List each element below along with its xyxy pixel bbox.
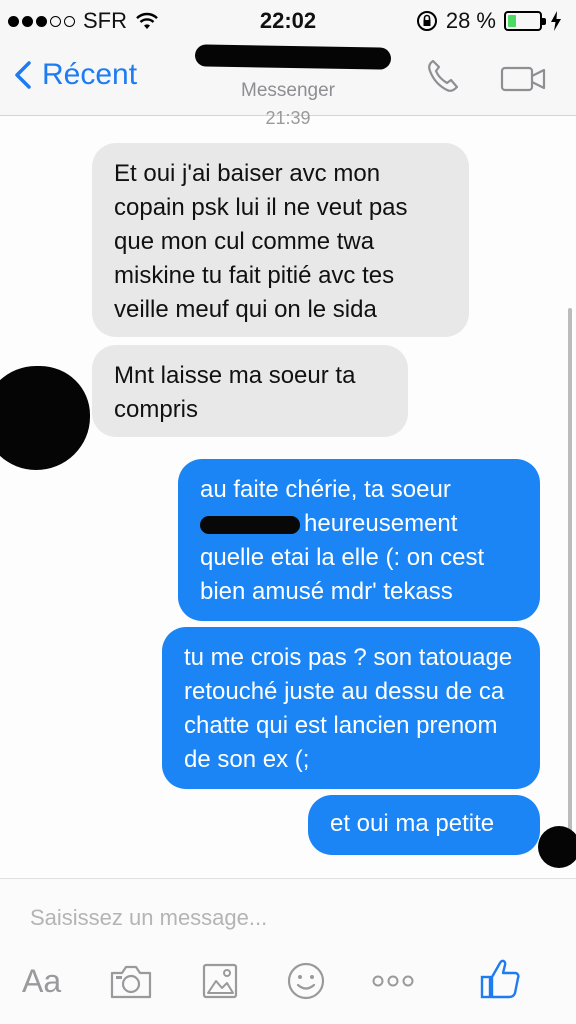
messenger-screen: SFR 22:02 28 % Récent Messenger 21:39 Et… (0, 0, 576, 1024)
phone-icon[interactable] (426, 58, 460, 94)
battery-level (508, 15, 517, 27)
nav-bar: Récent N Messenger (0, 40, 576, 116)
like-icon[interactable] (478, 955, 522, 1001)
charging-icon (551, 11, 561, 31)
message-text: au faite chérie, ta soeur (200, 476, 451, 503)
message-text: Et oui j'ai baiser avc mon copain psk lu… (114, 160, 408, 323)
name-redaction (194, 44, 392, 70)
more-icon[interactable] (368, 961, 418, 1001)
text-redaction (200, 515, 300, 534)
avatar (0, 366, 90, 470)
conversation-title[interactable]: N Messenger (0, 44, 576, 102)
contact-name: N (194, 44, 392, 72)
emoji-icon[interactable] (286, 961, 326, 1001)
battery-icon (504, 11, 546, 31)
message-bubble-sent[interactable]: au faite chérie, ta soeur heureusement q… (178, 459, 540, 621)
video-call-icon[interactable] (500, 66, 548, 92)
message-composer: Aa (0, 878, 576, 1024)
rotation-lock-icon (416, 11, 437, 31)
gallery-icon[interactable] (200, 961, 240, 1001)
message-input[interactable] (30, 901, 550, 935)
status-right: 28 % (416, 8, 562, 34)
message-bubble-received[interactable]: Mnt laisse ma soeur ta compris (92, 345, 408, 437)
battery-percent: 28 % (445, 8, 496, 33)
message-text: tu me crois pas ? son tatouage retouché … (184, 644, 513, 773)
text-format-button[interactable]: Aa (22, 963, 61, 1000)
status-bar: SFR 22:02 28 % (0, 0, 576, 40)
message-bubble-sent[interactable]: et oui ma petite (308, 795, 540, 855)
read-receipt-avatar (538, 826, 576, 868)
message-bubble-received[interactable]: Et oui j'ai baiser avc mon copain psk lu… (92, 143, 469, 337)
message-text: Mnt laisse ma soeur ta compris (114, 362, 356, 423)
timestamp: 21:39 (265, 108, 311, 128)
message-bubble-sent[interactable]: tu me crois pas ? son tatouage retouché … (162, 627, 540, 789)
scrollbar[interactable] (568, 308, 572, 853)
nav-subtitle: Messenger (241, 80, 335, 101)
message-text: et oui ma petite (330, 810, 495, 837)
camera-icon[interactable] (108, 961, 154, 1001)
